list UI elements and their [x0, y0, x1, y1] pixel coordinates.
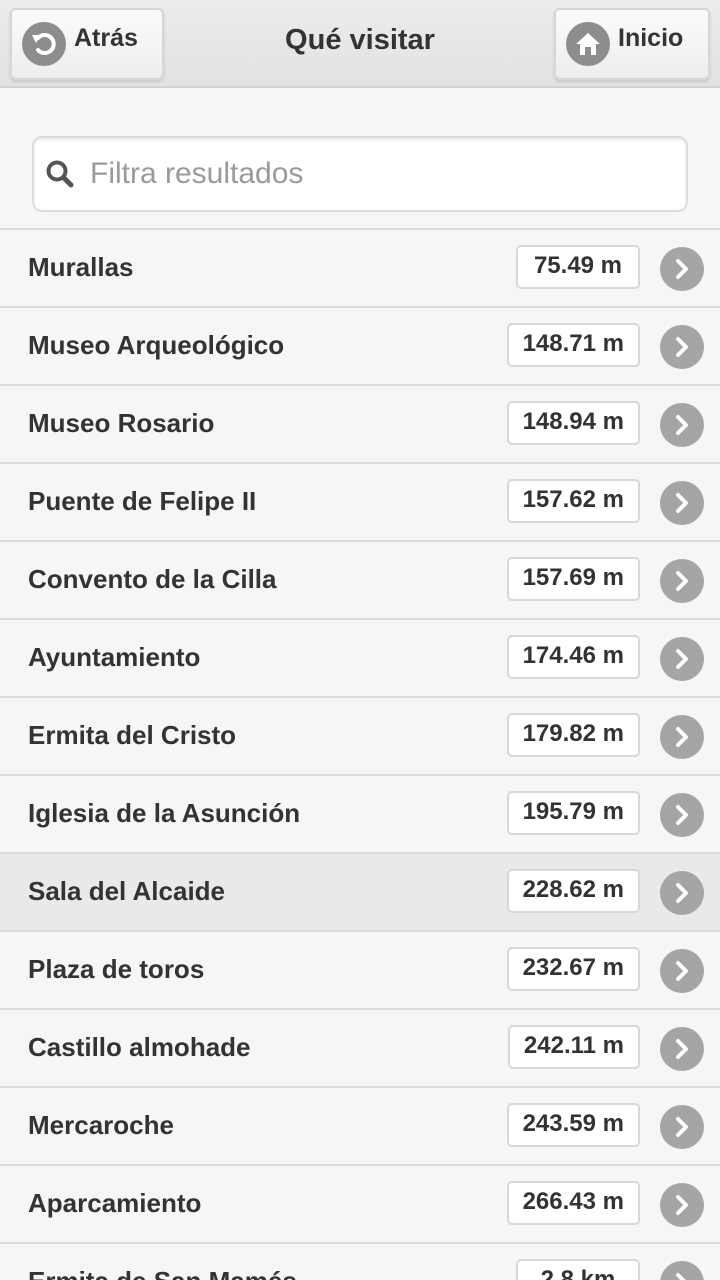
chevron-right-icon[interactable]	[660, 871, 704, 915]
chevron-right-icon[interactable]	[660, 481, 704, 525]
list-item[interactable]: Ayuntamiento 174.46 m	[0, 620, 720, 698]
place-name: Ermita de San Mamés	[28, 1266, 297, 1280]
place-name: Iglesia de la Asunción	[28, 798, 301, 828]
search-box	[32, 136, 688, 212]
distance-badge: 157.69 m	[506, 557, 640, 601]
home-icon	[566, 22, 610, 66]
home-button-label: Inicio	[618, 23, 684, 52]
place-name: Convento de la Cilla	[28, 564, 277, 594]
place-name: Aparcamiento	[28, 1188, 202, 1218]
place-name: Murallas	[28, 252, 134, 282]
list-item[interactable]: Museo Arqueológico 148.71 m	[0, 308, 720, 386]
list-item[interactable]: Puente de Felipe II 157.62 m	[0, 464, 720, 542]
distance-badge: 148.94 m	[506, 401, 640, 445]
chevron-right-icon[interactable]	[660, 559, 704, 603]
distance-badge: 195.79 m	[506, 791, 640, 835]
list-item[interactable]: Ermita del Cristo 179.82 m	[0, 698, 720, 776]
place-name: Mercaroche	[28, 1110, 174, 1140]
place-name: Castillo almohade	[28, 1032, 251, 1062]
list-item[interactable]: Plaza de toros 232.67 m	[0, 932, 720, 1010]
distance-badge: 266.43 m	[506, 1181, 640, 1225]
place-name: Sala del Alcaide	[28, 876, 226, 906]
distance-badge: 228.62 m	[506, 869, 640, 913]
place-name: Plaza de toros	[28, 954, 205, 984]
chevron-right-icon[interactable]	[660, 403, 704, 447]
chevron-right-icon[interactable]	[660, 715, 704, 759]
distance-badge: 75.49 m	[516, 245, 640, 289]
list-item[interactable]: Sala del Alcaide 228.62 m	[0, 854, 720, 932]
home-button[interactable]: Inicio	[554, 8, 710, 80]
search-icon	[44, 158, 76, 190]
distance-badge: 2.8 km	[516, 1259, 640, 1280]
distance-badge: 232.67 m	[506, 947, 640, 991]
list-item[interactable]: Aparcamiento 266.43 m	[0, 1166, 720, 1244]
list-item[interactable]: Mercaroche 243.59 m	[0, 1088, 720, 1166]
distance-badge: 157.62 m	[506, 479, 640, 523]
place-name: Museo Rosario	[28, 408, 215, 438]
header-bar: Atrás Qué visitar Inicio	[0, 0, 720, 88]
chevron-right-icon[interactable]	[660, 793, 704, 837]
back-button[interactable]: Atrás	[10, 8, 164, 80]
distance-badge: 242.11 m	[507, 1025, 640, 1069]
chevron-right-icon[interactable]	[660, 1105, 704, 1149]
distance-badge: 243.59 m	[506, 1103, 640, 1147]
distance-badge: 179.82 m	[506, 713, 640, 757]
search-input[interactable]	[90, 150, 670, 198]
chevron-right-icon[interactable]	[660, 1183, 704, 1227]
place-name: Ermita del Cristo	[28, 720, 237, 750]
list-item[interactable]: Murallas 75.49 m	[0, 230, 720, 308]
page-title: Qué visitar	[285, 24, 435, 56]
place-name: Puente de Felipe II	[28, 486, 257, 516]
distance-badge: 148.71 m	[506, 323, 640, 367]
chevron-right-icon[interactable]	[660, 1027, 704, 1071]
back-arrow-icon	[22, 22, 66, 66]
list-item[interactable]: Iglesia de la Asunción 195.79 m	[0, 776, 720, 854]
chevron-right-icon[interactable]	[660, 1261, 704, 1280]
back-button-label: Atrás	[74, 23, 138, 52]
chevron-right-icon[interactable]	[660, 637, 704, 681]
distance-badge: 174.46 m	[506, 635, 640, 679]
chevron-right-icon[interactable]	[660, 949, 704, 993]
chevron-right-icon[interactable]	[660, 325, 704, 369]
list-item[interactable]: Castillo almohade 242.11 m	[0, 1010, 720, 1088]
place-name: Museo Arqueológico	[28, 330, 285, 360]
list-item[interactable]: Convento de la Cilla 157.69 m	[0, 542, 720, 620]
place-name: Ayuntamiento	[28, 642, 201, 672]
list-item[interactable]: Museo Rosario 148.94 m	[0, 386, 720, 464]
places-list: Murallas 75.49 m Museo Arqueológico 148.71 …	[0, 228, 720, 1280]
chevron-right-icon[interactable]	[660, 247, 704, 291]
list-item[interactable]: Ermita de San Mamés 2.8 km	[0, 1244, 720, 1280]
